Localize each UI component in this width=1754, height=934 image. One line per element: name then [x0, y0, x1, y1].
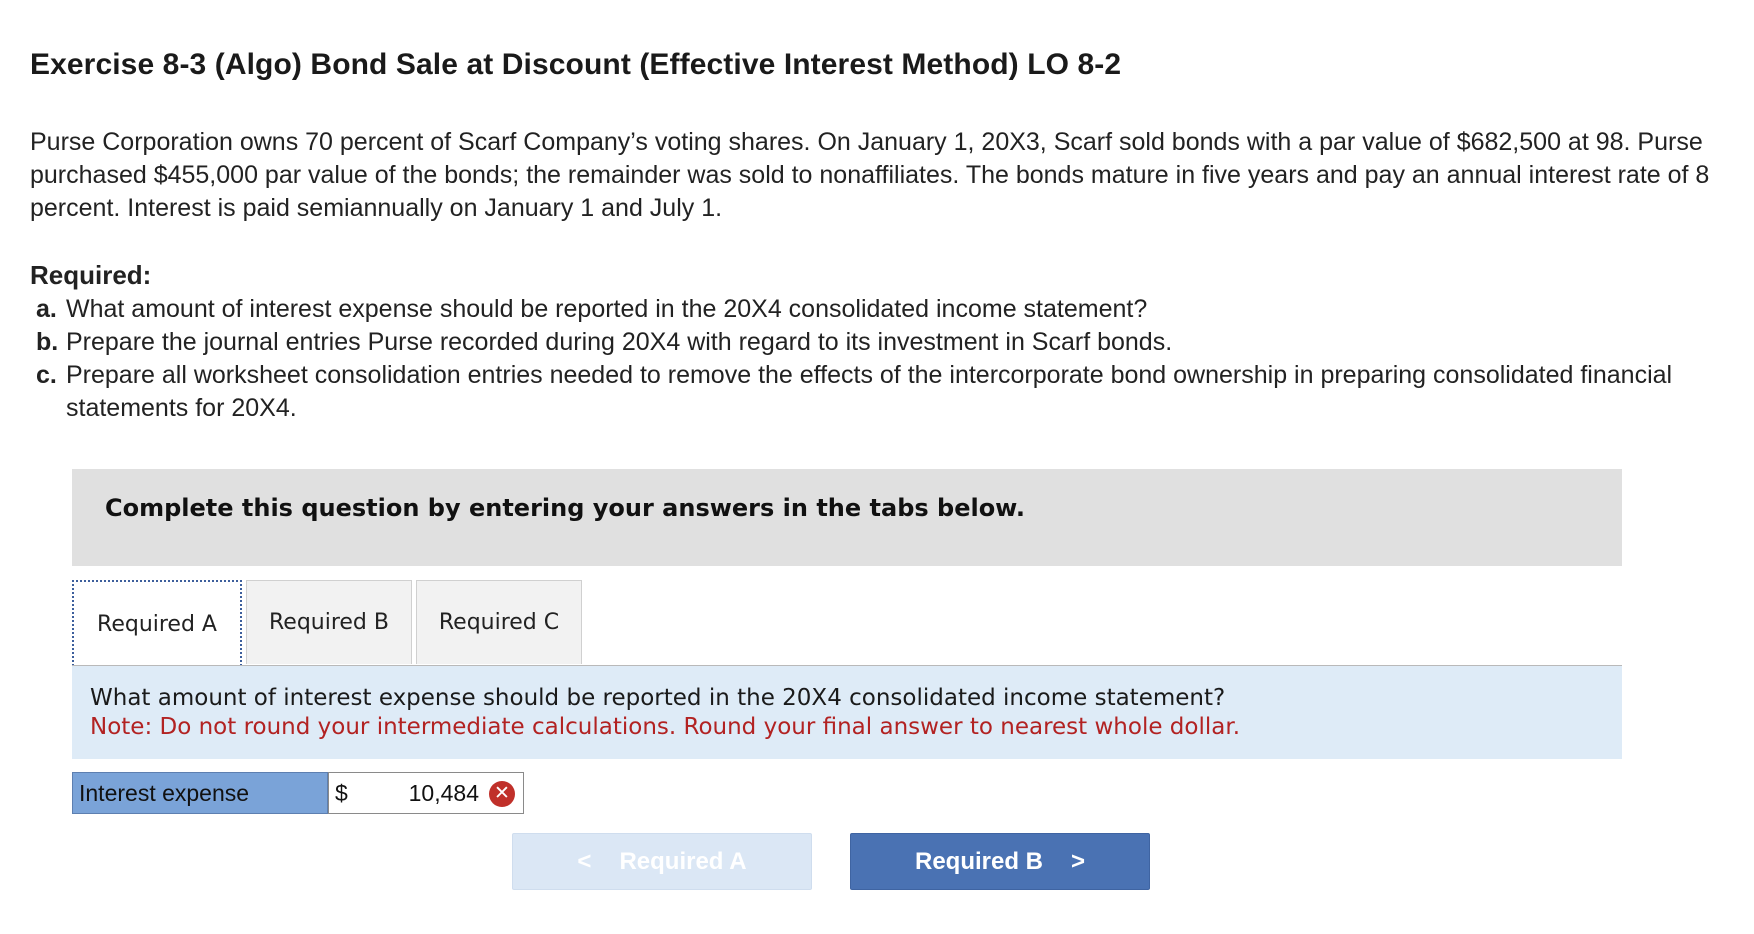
- question-text: What amount of interest expense should b…: [90, 685, 1226, 711]
- problem-intro: Purse Corporation owns 70 percent of Sca…: [30, 126, 1720, 225]
- question-content: What amount of interest expense should b…: [90, 684, 1240, 742]
- tab-bar: Required A Required B Required C: [72, 580, 1622, 666]
- answer-value[interactable]: 10,484: [409, 773, 479, 813]
- previous-button-label: Required A: [619, 847, 747, 875]
- requirement-text: What amount of interest expense should b…: [66, 295, 1148, 323]
- intro-text: Purse Corporation owns 70 percent of Sca…: [30, 128, 1710, 222]
- requirement-label: b.: [36, 328, 59, 356]
- requirement-a: a. What amount of interest expense shoul…: [36, 293, 1726, 326]
- previous-tab-button[interactable]: < Required A: [512, 833, 812, 890]
- requirements-list: a. What amount of interest expense shoul…: [36, 293, 1726, 425]
- currency-symbol: $: [335, 780, 348, 806]
- question-panel: What amount of interest expense should b…: [72, 666, 1622, 759]
- tab-required-a[interactable]: Required A: [72, 580, 242, 666]
- requirement-text: Prepare all worksheet consolidation entr…: [66, 361, 1673, 422]
- chevron-left-icon: <: [577, 847, 592, 875]
- instructions-banner: Complete this question by entering your …: [72, 469, 1622, 566]
- question-note: Note: Do not round your intermediate cal…: [90, 714, 1240, 740]
- requirement-c: c. Prepare all worksheet consolidation e…: [36, 359, 1726, 425]
- interest-expense-input[interactable]: $ 10,484 ✕: [328, 772, 524, 814]
- required-heading: Required:: [30, 260, 152, 290]
- requirement-text: Prepare the journal entries Purse record…: [66, 328, 1173, 356]
- answer-row: Interest expense $ 10,484 ✕: [72, 772, 524, 814]
- next-tab-button[interactable]: Required B >: [850, 833, 1150, 890]
- next-button-label: Required B: [914, 847, 1043, 875]
- chevron-right-icon: >: [1071, 847, 1086, 875]
- x-circle-icon: ✕: [489, 781, 515, 807]
- requirement-label: a.: [36, 295, 57, 323]
- tab-required-c[interactable]: Required C: [416, 580, 582, 664]
- page-title: Exercise 8-3 (Algo) Bond Sale at Discoun…: [30, 48, 1122, 82]
- requirement-b: b. Prepare the journal entries Purse rec…: [36, 326, 1726, 359]
- instructions-text: Complete this question by entering your …: [105, 494, 1025, 522]
- requirement-label: c.: [36, 361, 57, 389]
- interest-expense-label: Interest expense: [72, 772, 328, 814]
- tab-required-b[interactable]: Required B: [246, 580, 412, 664]
